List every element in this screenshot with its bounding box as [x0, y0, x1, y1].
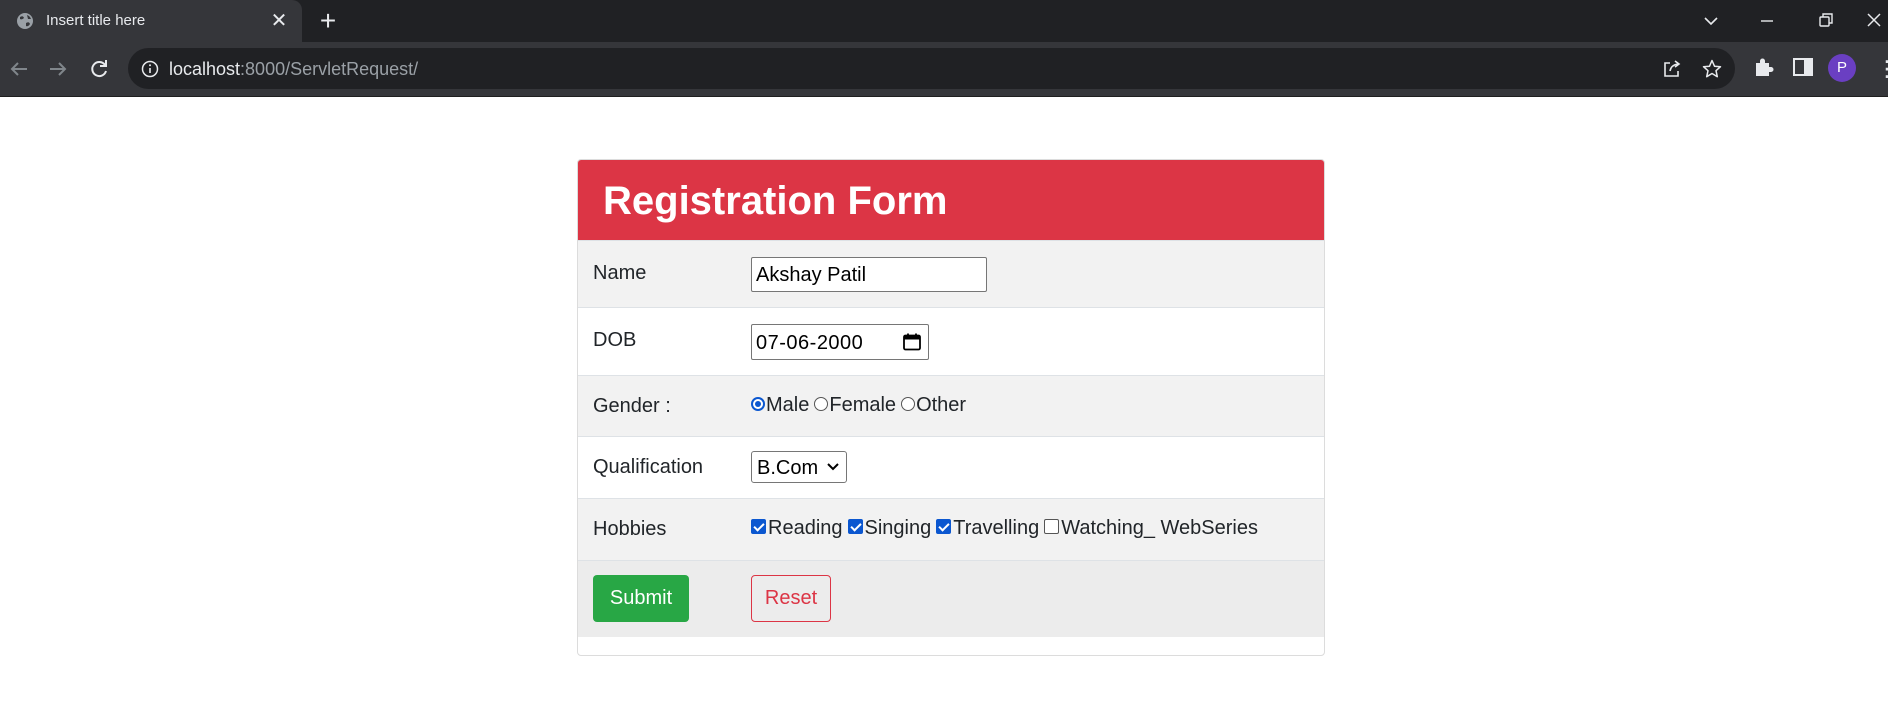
- minimize-icon[interactable]: [1753, 8, 1781, 34]
- close-tab-icon[interactable]: ✕: [268, 10, 290, 32]
- qualification-select[interactable]: B.Com: [751, 451, 847, 483]
- extensions-puzzle-icon[interactable]: [1751, 54, 1777, 80]
- site-info-icon[interactable]: [140, 59, 160, 79]
- name-row: Name Akshay Patil: [578, 240, 1324, 307]
- qualification-selected: B.Com: [757, 457, 819, 479]
- hobbies-options: Reading Singing Travelling Watching_ Web…: [751, 517, 1263, 540]
- new-tab-icon[interactable]: +: [315, 7, 341, 35]
- back-icon[interactable]: [5, 55, 33, 83]
- name-label: Name: [593, 262, 647, 284]
- gender-label: Gender :: [593, 395, 671, 417]
- gender-option-label: Female: [829, 394, 897, 416]
- dob-value: 07-06-2000: [756, 332, 864, 354]
- dob-label: DOB: [593, 329, 637, 351]
- hobby-checkbox-travelling[interactable]: [936, 519, 952, 534]
- gender-radio-female[interactable]: [814, 396, 829, 411]
- chevron-down-icon: [827, 463, 839, 471]
- url-host: localhost: [169, 59, 241, 79]
- name-input[interactable]: Akshay Patil: [751, 257, 987, 292]
- browser-tab[interactable]: Insert title here ✕: [0, 0, 302, 42]
- side-panel-icon[interactable]: [1790, 54, 1816, 80]
- bookmark-star-icon[interactable]: [1701, 58, 1723, 80]
- url-text[interactable]: localhost:8000/ServletRequest/: [169, 59, 418, 80]
- hobby-option-label: Singing: [864, 517, 932, 539]
- hobby-checkbox-reading[interactable]: [751, 519, 766, 534]
- gender-radio-other[interactable]: [901, 396, 916, 411]
- gender-option-label: Male: [766, 394, 810, 416]
- tab-title: Insert title here: [46, 12, 146, 29]
- address-bar[interactable]: localhost:8000/ServletRequest/: [128, 48, 1735, 89]
- tab-search-icon[interactable]: [1697, 8, 1725, 34]
- name-value: Akshay Patil: [756, 264, 867, 286]
- qualification-label: Qualification: [593, 456, 704, 478]
- hobby-checkbox-singing[interactable]: [847, 519, 863, 534]
- browser-tab-bar: Insert title here ✕ +: [0, 0, 1888, 42]
- hobby-checkbox-watching-webseries[interactable]: [1044, 519, 1060, 534]
- reset-button[interactable]: Reset: [751, 575, 831, 622]
- globe-icon: [17, 13, 33, 29]
- reload-icon[interactable]: [85, 55, 113, 83]
- qualification-row: Qualification B.Com: [578, 436, 1324, 498]
- forward-icon[interactable]: [44, 55, 72, 83]
- close-window-icon[interactable]: [1860, 8, 1888, 34]
- menu-kebab-icon[interactable]: ⋮: [1876, 55, 1888, 83]
- hobbies-label: Hobbies: [593, 518, 667, 540]
- dob-date-input[interactable]: 07-06-2000: [751, 324, 929, 360]
- url-path: :8000/ServletRequest/: [240, 59, 419, 79]
- browser-toolbar: localhost:8000/ServletRequest/ P ⋮: [0, 42, 1888, 97]
- share-icon[interactable]: [1661, 58, 1683, 80]
- hobby-option-label: Reading: [768, 517, 843, 539]
- restore-icon[interactable]: [1812, 8, 1840, 34]
- gender-radio-male[interactable]: [751, 396, 765, 411]
- hobby-option-label: Travelling: [953, 517, 1040, 539]
- profile-avatar[interactable]: P: [1828, 54, 1856, 82]
- hobby-option-label: Watching_ WebSeries: [1061, 517, 1258, 539]
- gender-options: Male Female Other: [751, 394, 971, 417]
- registration-card: Registration Form Name Akshay Patil DOB …: [577, 159, 1325, 656]
- card-header: Registration Form: [578, 160, 1324, 240]
- gender-option-label: Other: [916, 394, 967, 416]
- calendar-icon[interactable]: [902, 332, 922, 352]
- submit-button[interactable]: Submit: [593, 575, 689, 622]
- actions-row: Submit Reset: [578, 560, 1324, 637]
- dob-row: DOB 07-06-2000: [578, 307, 1324, 375]
- hobbies-row: Hobbies Reading Singing Travelling Watch…: [578, 498, 1324, 560]
- form-title: Registration Form: [603, 179, 948, 223]
- gender-row: Gender : Male Female Other: [578, 375, 1324, 436]
